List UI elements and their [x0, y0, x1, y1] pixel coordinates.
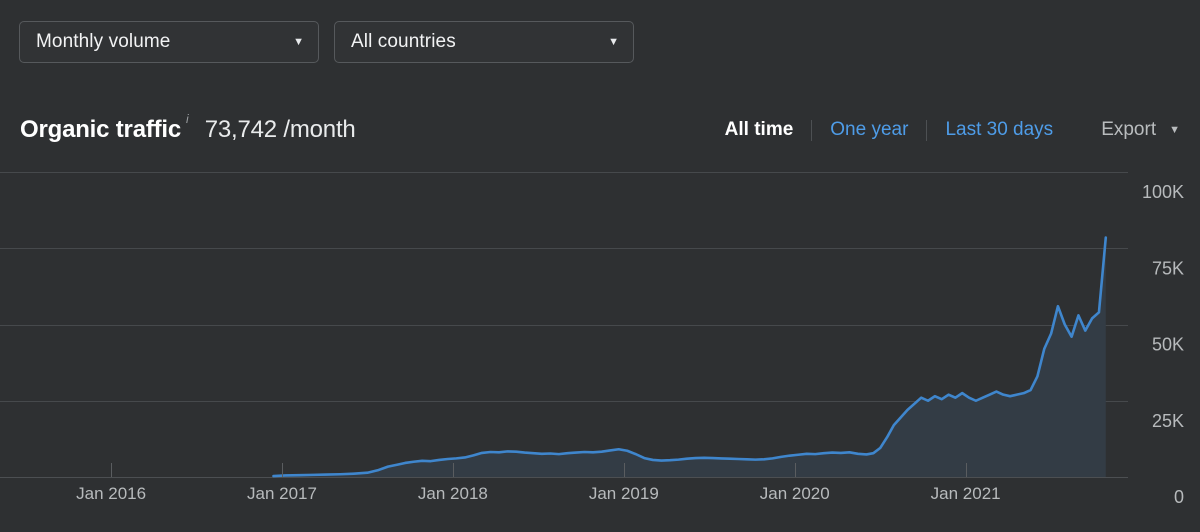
tab-last-30-days[interactable]: Last 30 days	[927, 119, 1071, 141]
export-button-label: Export	[1101, 119, 1157, 140]
y-axis-tick-label: 100K	[1142, 182, 1184, 202]
volume-metric-select[interactable]: Monthly volume ▼	[19, 21, 319, 63]
traffic-area-fill	[273, 237, 1106, 477]
tab-all-time[interactable]: All time	[707, 119, 812, 141]
caret-down-icon: ▼	[293, 35, 304, 48]
y-axis-tick-label: 25K	[1152, 411, 1184, 431]
tab-one-year[interactable]: One year	[812, 119, 926, 141]
y-axis-tick-label: 75K	[1152, 258, 1184, 278]
y-axis-tick-label: 0	[1174, 487, 1184, 507]
metric-header: Organic traffic i 73,742 /month All time…	[20, 110, 1182, 150]
x-axis-tick-label: Jan 2021	[931, 484, 1001, 503]
x-axis-tick-label: Jan 2017	[247, 484, 317, 503]
volume-metric-select-label: Monthly volume	[36, 31, 171, 52]
country-filter-select[interactable]: All countries ▼	[334, 21, 634, 63]
filter-bar: Monthly volume ▼ All countries ▼	[19, 21, 634, 63]
info-icon[interactable]: i	[186, 112, 189, 126]
caret-down-icon: ▼	[1169, 123, 1180, 136]
y-axis-tick-label: 50K	[1152, 335, 1184, 355]
organic-traffic-chart: 100K 75K 50K 25K 0 Jan 2016 Jan 2017 Jan 2018 Ja…	[0, 164, 1200, 532]
metric-value: 73,742 /month	[204, 116, 356, 143]
caret-down-icon: ▼	[608, 35, 619, 48]
page-title: Organic traffic	[20, 116, 182, 143]
x-axis-tick-label: Jan 2020	[760, 484, 830, 503]
x-axis-tick-label: Jan 2018	[418, 484, 488, 503]
time-range-tabs: All time One year Last 30 days Export ▼	[707, 119, 1182, 141]
traffic-area-chart: 100K 75K 50K 25K 0 Jan 2016 Jan 2017 Jan 2018 Ja…	[0, 172, 1184, 507]
x-axis-tick-label: Jan 2016	[76, 484, 146, 503]
export-button[interactable]: Export ▼	[1101, 119, 1182, 141]
x-axis-tick-label: Jan 2019	[589, 484, 659, 503]
organic-traffic-panel: Monthly volume ▼ All countries ▼ Organic…	[0, 0, 1200, 532]
country-filter-select-label: All countries	[351, 31, 456, 52]
